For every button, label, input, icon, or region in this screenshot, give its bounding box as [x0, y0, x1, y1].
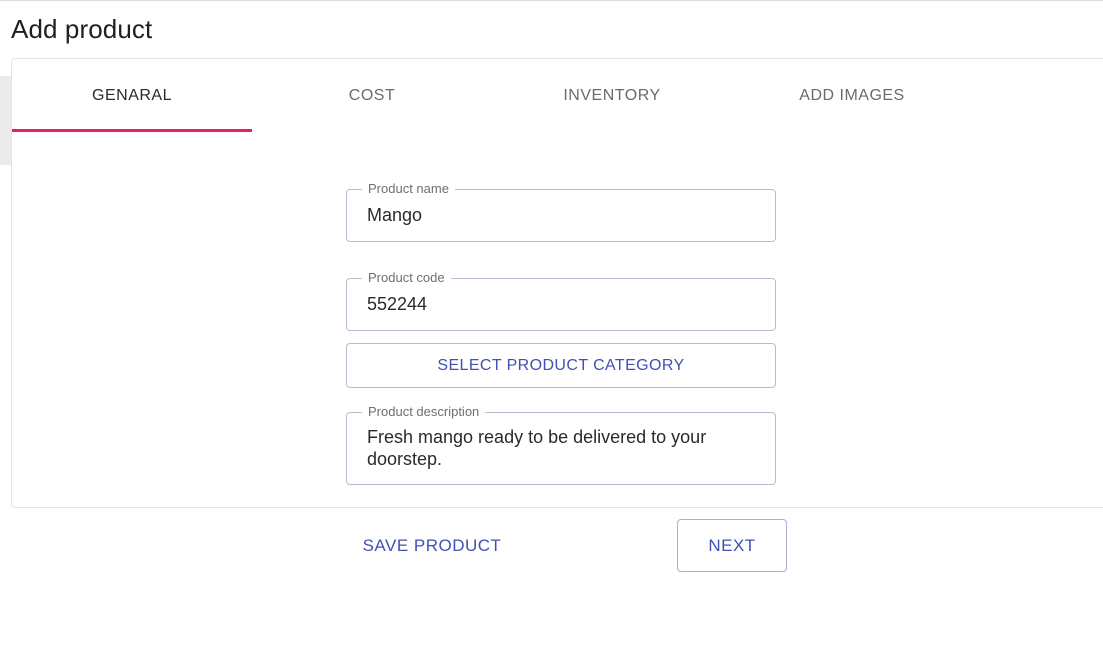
tab-general[interactable]: GENARAL: [12, 59, 252, 132]
product-code-input[interactable]: [367, 293, 759, 315]
top-divider: [0, 0, 1103, 1]
select-product-category-button[interactable]: SELECT PRODUCT CATEGORY: [346, 343, 776, 388]
page-title: Add product: [11, 14, 153, 44]
product-description-label: Product description: [362, 404, 486, 419]
save-product-button[interactable]: SAVE PRODUCT: [350, 526, 514, 566]
product-name-field: Product name: [346, 181, 776, 242]
active-tab-indicator: [12, 129, 252, 132]
tab-inventory[interactable]: INVENTORY: [492, 59, 732, 132]
tab-add-images-label: ADD IMAGES: [799, 86, 905, 104]
next-button[interactable]: NEXT: [677, 519, 787, 572]
product-name-input[interactable]: [367, 204, 759, 226]
product-description-input[interactable]: Fresh mango ready to be delivered to you…: [367, 426, 759, 474]
tab-general-label: GENARAL: [92, 86, 172, 104]
product-description-field: Product description Fresh mango ready to…: [346, 404, 776, 485]
tab-cost-label: COST: [348, 86, 396, 104]
tab-bar: GENARAL COST INVENTORY ADD IMAGES: [12, 59, 972, 132]
product-name-label: Product name: [362, 181, 455, 196]
tab-add-images[interactable]: ADD IMAGES: [732, 59, 972, 132]
product-form-card: GENARAL COST INVENTORY ADD IMAGES Produc…: [11, 58, 1103, 508]
tab-inventory-label: INVENTORY: [563, 86, 661, 104]
product-code-label: Product code: [362, 270, 451, 285]
tab-cost[interactable]: COST: [252, 59, 492, 132]
product-code-field: Product code: [346, 270, 776, 331]
